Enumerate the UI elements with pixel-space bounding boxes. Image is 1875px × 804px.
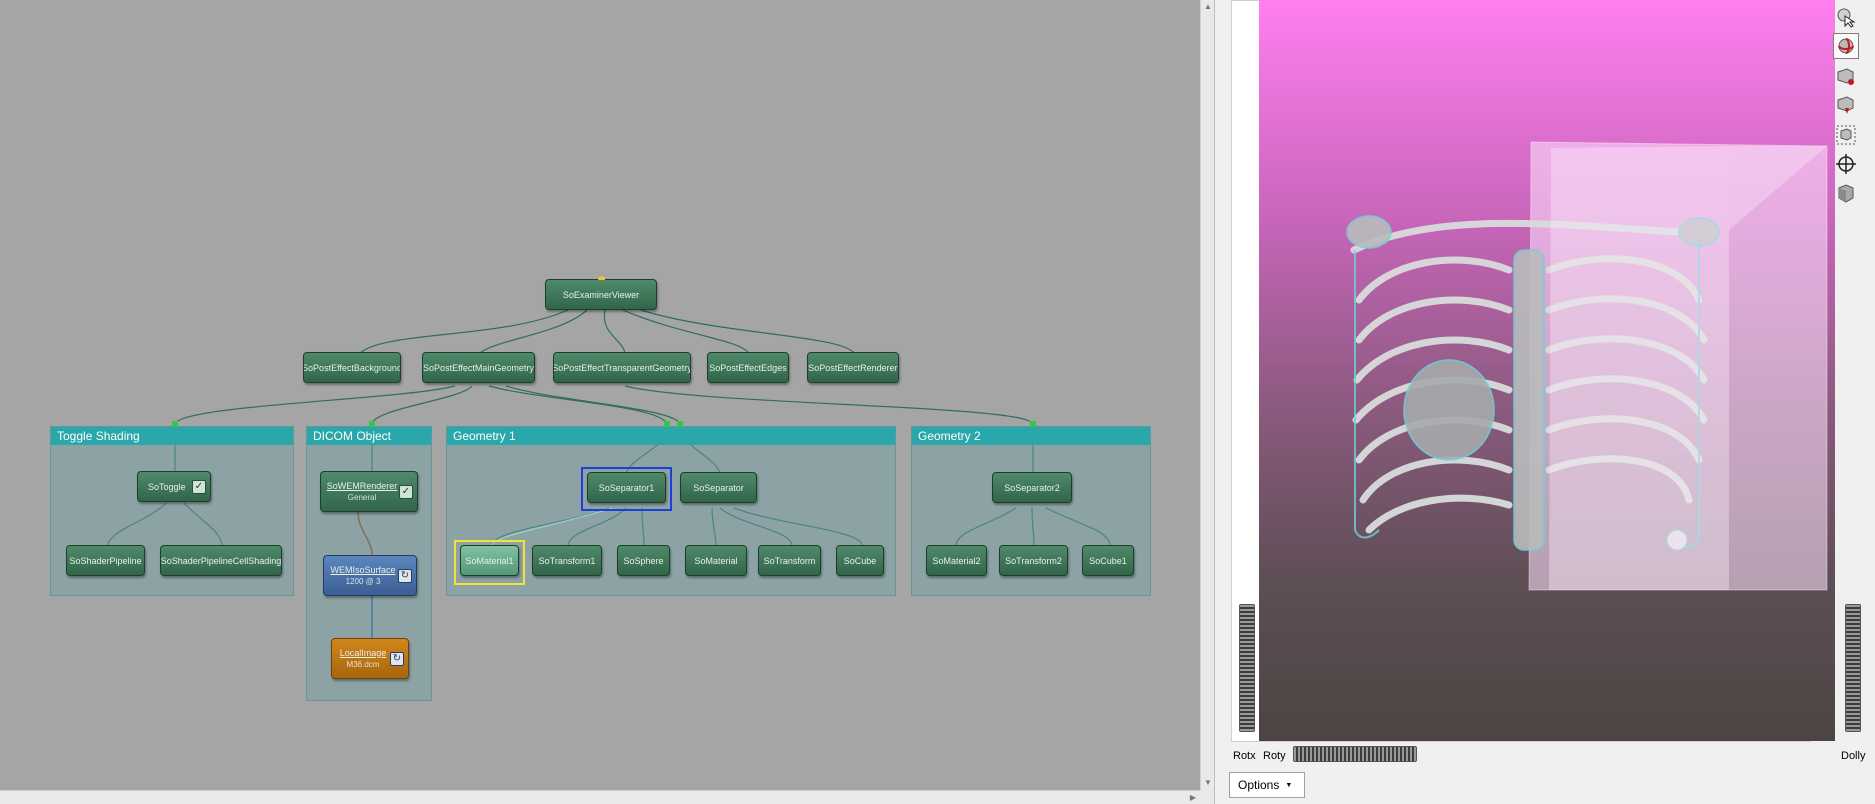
checkbox-icon[interactable]: ✓ [192, 479, 206, 494]
module-label: SoSeparator2 [1004, 482, 1060, 493]
module-label: SoPostEffectEdges [709, 362, 787, 373]
viewer-3d-scene[interactable] [1259, 0, 1835, 741]
module-so-shader-pipeline[interactable]: SoShaderPipeline [66, 545, 145, 576]
module-label: SoCube [843, 555, 877, 566]
chevron-down-icon: ▼ [1285, 782, 1293, 789]
module-so-material2[interactable]: SoMaterial2 [926, 545, 987, 576]
module-label: SoSeparator [693, 482, 744, 493]
options-button[interactable]: Options ▼ [1229, 772, 1305, 798]
dolly-thumbwheel[interactable] [1845, 604, 1861, 732]
module-label: SoShaderPipeline [69, 555, 142, 566]
scroll-right-icon[interactable]: ▶ [1186, 791, 1200, 804]
module-so-toggle[interactable]: SoToggle ✓ [137, 471, 211, 502]
module-label: SoPostEffectMainGeometry [423, 362, 534, 373]
module-label: SoExaminerViewer [562, 289, 640, 300]
examiner-viewer-panel: Rotx Roty Dolly Options ▼ [1214, 0, 1875, 804]
module-so-transform[interactable]: SoTransform [758, 545, 821, 576]
module-so-wem-renderer[interactable]: SoWEMRenderer General ✓ [320, 471, 418, 512]
module-label: LocalImage [339, 647, 387, 658]
module-label: SoPostEffectBackground [303, 362, 401, 373]
options-button-label: Options [1238, 778, 1280, 792]
module-so-material1[interactable]: SoMaterial1 [460, 545, 519, 576]
scrollbar-corner [1200, 790, 1214, 804]
module-so-post-effect-background[interactable]: SoPostEffectBackground [303, 352, 401, 383]
roty-label: Roty [1263, 750, 1286, 762]
refresh-icon[interactable]: ↻ [390, 651, 404, 666]
module-so-separator2[interactable]: SoSeparator2 [992, 472, 1072, 503]
module-so-post-effect-main-geometry[interactable]: SoPostEffectMainGeometry [422, 352, 535, 383]
seek-icon[interactable] [1833, 64, 1859, 90]
module-label: SoSeparator1 [598, 482, 655, 493]
examine-rotate-icon[interactable] [1833, 33, 1859, 59]
group-connector[interactable] [172, 421, 178, 427]
module-local-image[interactable]: LocalImage M36.dcm ↻ [331, 638, 409, 679]
rotx-label: Rotx [1233, 750, 1256, 762]
view-all-icon[interactable] [1833, 122, 1859, 148]
module-label: SoMaterial [694, 555, 738, 566]
module-so-post-effect-renderer[interactable]: SoPostEffectRenderer [807, 352, 899, 383]
module-label: SoPostEffectRenderer [808, 362, 898, 373]
module-sublabel: 1200 @ 3 [345, 576, 381, 586]
module-label: SoPostEffectTransparentGeometry [553, 362, 691, 373]
view-home-icon[interactable] [1833, 92, 1859, 118]
rotx-thumbwheel[interactable] [1239, 604, 1255, 732]
module-so-transform1[interactable]: SoTransform1 [532, 545, 602, 576]
ribcage-rendering [1346, 141, 1828, 591]
dolly-label: Dolly [1841, 750, 1866, 762]
module-so-separator[interactable]: SoSeparator [680, 472, 757, 503]
module-so-material[interactable]: SoMaterial [685, 545, 747, 576]
module-label: SoToggle [148, 481, 186, 492]
module-label: SoTransform [763, 555, 816, 566]
checkbox-icon[interactable]: ✓ [399, 484, 413, 499]
module-label: SoTransform1 [538, 555, 596, 566]
roty-thumbwheel[interactable] [1293, 746, 1417, 762]
scroll-down-icon[interactable]: ▼ [1201, 776, 1215, 790]
module-so-post-effect-edges[interactable]: SoPostEffectEdges [707, 352, 789, 383]
group-header[interactable]: Geometry 2 [912, 427, 1150, 445]
module-wem-iso-surface[interactable]: WEMIsoSurface 1200 @ 3 ↻ [323, 555, 417, 596]
module-sublabel: General [347, 492, 377, 502]
module-label: SoTransform2 [1005, 555, 1062, 566]
module-label: SoCube1 [1089, 555, 1127, 566]
module-so-transform2[interactable]: SoTransform2 [999, 545, 1068, 576]
group-header[interactable]: DICOM Object [307, 427, 431, 445]
group-connector[interactable] [677, 421, 683, 427]
network-vertical-scrollbar[interactable]: ▲ ▼ [1200, 0, 1214, 790]
refresh-icon[interactable]: ↻ [398, 568, 412, 583]
module-so-separator1[interactable]: SoSeparator1 [587, 472, 666, 503]
module-so-cube1[interactable]: SoCube1 [1082, 545, 1134, 576]
scroll-up-icon[interactable]: ▲ [1201, 0, 1215, 14]
pointer-icon[interactable] [1833, 4, 1859, 30]
module-label: SoMaterial2 [932, 555, 981, 566]
connection-wires [107, 309, 1111, 638]
module-so-sphere[interactable]: SoSphere [617, 545, 670, 576]
group-header[interactable]: Geometry 1 [447, 427, 895, 445]
module-so-shader-pipeline-cell-shading[interactable]: SoShaderPipelineCellShading [160, 545, 282, 576]
perspective-cube-icon[interactable] [1833, 180, 1859, 206]
network-canvas[interactable]: Toggle Shading DICOM Object Geometry 1 G… [0, 0, 1200, 790]
module-label: SoWEMRenderer [326, 480, 398, 491]
module-label: SoShaderPipelineCellShading [160, 555, 282, 566]
module-so-post-effect-transparent-geometry[interactable]: SoPostEffectTransparentGeometry [553, 352, 691, 383]
module-label: SoMaterial1 [465, 555, 514, 566]
app-window: Toggle Shading DICOM Object Geometry 1 G… [0, 0, 1875, 804]
module-sublabel: M36.dcm [346, 659, 380, 669]
module-so-examiner-viewer[interactable]: SoExaminerViewer [545, 279, 657, 310]
group-connector[interactable] [664, 421, 670, 427]
module-label: SoSphere [623, 555, 664, 566]
group-connector[interactable] [369, 421, 375, 427]
group-connector[interactable] [1030, 421, 1036, 427]
module-so-cube[interactable]: SoCube [836, 545, 884, 576]
set-home-icon[interactable] [1833, 151, 1859, 177]
group-header[interactable]: Toggle Shading [51, 427, 293, 445]
input-port[interactable] [598, 276, 605, 280]
network-horizontal-scrollbar[interactable]: ▶ [0, 790, 1200, 804]
module-label: WEMIsoSurface [330, 564, 396, 575]
